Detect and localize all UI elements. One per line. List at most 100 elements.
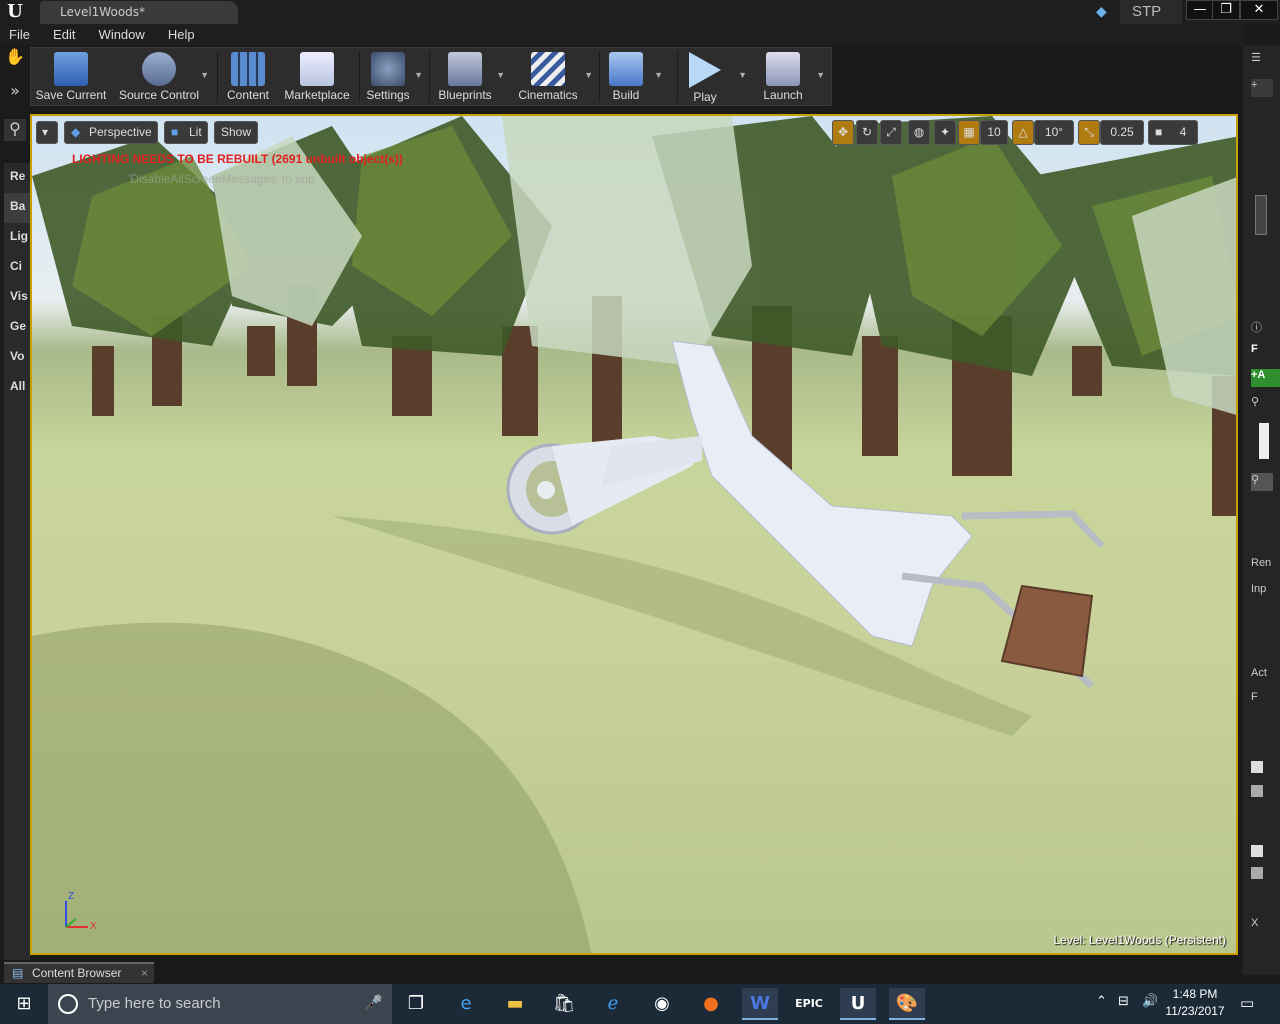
details-checkbox-1[interactable] xyxy=(1251,761,1263,773)
menu-file[interactable]: File xyxy=(0,24,39,45)
play-button[interactable]: Play ▼ xyxy=(683,48,747,106)
store-icon[interactable]: 🛍 xyxy=(546,988,582,1020)
blueprints-dropdown-icon[interactable]: ▼ xyxy=(496,70,505,80)
details-scrollbar[interactable] xyxy=(1259,423,1269,459)
content-icon xyxy=(231,52,265,86)
menu-help[interactable]: Help xyxy=(159,24,204,45)
grid-snap-value[interactable]: 10 xyxy=(980,120,1008,145)
close-button[interactable]: ✕ xyxy=(1240,0,1278,20)
left-tab-basic[interactable]: Ba xyxy=(4,193,30,223)
details-checkbox-2[interactable] xyxy=(1251,785,1263,797)
menu-edit[interactable]: Edit xyxy=(44,24,84,45)
menu-window[interactable]: Window xyxy=(90,24,154,45)
microphone-icon[interactable]: 🎤 xyxy=(364,994,383,1012)
content-button[interactable]: Content xyxy=(223,48,273,106)
world-outliner-icon[interactable]: ☰ xyxy=(1251,51,1273,69)
left-tab-visual[interactable]: Vis xyxy=(4,283,30,313)
play-dropdown-icon[interactable]: ▼ xyxy=(738,70,747,80)
snap-toolbar: ✥ ↻ ⤢ ◍ ✦ ▦ 10 △ 10° ⤡ 0.25 ■ 4 ⧉ xyxy=(832,120,1224,146)
network-icon[interactable]: ⊟ xyxy=(1118,994,1129,1009)
edge-icon[interactable]: e xyxy=(448,988,484,1020)
perspective-button[interactable]: ◆ Perspective xyxy=(64,121,158,144)
windows-start-icon[interactable]: ⊞ xyxy=(0,984,48,1024)
add-component-button[interactable]: +A xyxy=(1251,369,1280,387)
content-browser-close-icon[interactable]: × xyxy=(141,964,148,983)
left-tab-all[interactable]: All xyxy=(4,373,30,403)
launch-button[interactable]: Launch ▼ xyxy=(759,48,825,106)
tray-chevron-icon[interactable]: ⌃ xyxy=(1096,994,1107,1009)
launch-icon xyxy=(766,52,800,86)
viewport-options-button[interactable]: ▾ xyxy=(36,121,58,144)
build-button[interactable]: Build ▼ xyxy=(605,48,663,106)
blueprints-button[interactable]: Blueprints ▼ xyxy=(435,48,505,106)
expand-chevron-icon[interactable]: » xyxy=(4,81,26,103)
scale-snap-icon[interactable]: ⤡ xyxy=(1078,120,1100,145)
source-control-button[interactable]: Source Control ▼ xyxy=(117,48,209,106)
task-view-icon[interactable]: ❐ xyxy=(398,988,434,1020)
scale-snap-value[interactable]: 0.25 xyxy=(1100,120,1144,145)
steam-icon[interactable]: ◉ xyxy=(644,988,680,1020)
notifications-icon[interactable]: ▭ xyxy=(1240,994,1254,1012)
screen-message-hint: 'DisableAllScreenMessages' to sup xyxy=(128,172,315,186)
build-dropdown-icon[interactable]: ▼ xyxy=(654,70,663,80)
minimize-button[interactable]: — xyxy=(1186,0,1214,20)
actor-section[interactable]: Act xyxy=(1251,667,1273,685)
unreal-icon[interactable]: U xyxy=(840,988,876,1020)
grid-snap-icon[interactable]: ▦ xyxy=(958,120,980,145)
volume-icon[interactable]: 🔊 xyxy=(1142,994,1158,1009)
details-icon[interactable]: ⓘ xyxy=(1251,319,1273,337)
settings-button[interactable]: Settings ▼ xyxy=(363,48,423,106)
left-tab-volumes[interactable]: Vo xyxy=(4,343,30,373)
settings-dropdown-icon[interactable]: ▼ xyxy=(414,70,423,80)
taskbar-search[interactable]: Type here to search xyxy=(48,984,392,1024)
marketplace-button[interactable]: Marketplace xyxy=(281,48,353,106)
ie-icon[interactable]: ℯ xyxy=(595,988,631,1020)
details-checkbox-4[interactable] xyxy=(1251,867,1263,879)
source-control-dropdown-icon[interactable]: ▼ xyxy=(200,70,209,80)
outliner-scrollbar[interactable] xyxy=(1255,195,1267,235)
rotation-snap-value[interactable]: 10° xyxy=(1034,120,1074,145)
cinematics-button[interactable]: Cinematics ▼ xyxy=(513,48,593,106)
level-viewport[interactable]: ▾ ◆ Perspective ■ Lit Show LIGHTING NEED… xyxy=(30,114,1238,955)
rotate-tool-icon[interactable]: ↻ xyxy=(856,120,878,145)
left-tab-geometry[interactable]: Ge xyxy=(4,313,30,343)
save-icon xyxy=(54,52,88,86)
epic-games-icon[interactable]: EPIC xyxy=(791,988,827,1020)
search-icon[interactable]: ⚲ xyxy=(4,119,26,141)
system-clock[interactable]: 1:48 PM 11/23/2017 xyxy=(1160,986,1230,1020)
world-space-icon[interactable]: ◍ xyxy=(908,120,930,145)
word-icon[interactable]: W xyxy=(742,988,778,1020)
modes-icon[interactable]: ✋ xyxy=(4,47,26,69)
left-tab-lights[interactable]: Lig xyxy=(4,223,30,253)
lit-button[interactable]: ■ Lit xyxy=(164,121,208,144)
level-tab[interactable]: Level1Woods* xyxy=(40,1,238,24)
details-search-icon[interactable]: ⚲ xyxy=(1251,395,1273,413)
rendering-section[interactable]: Ren xyxy=(1251,557,1273,575)
input-section[interactable]: Inp xyxy=(1251,583,1273,601)
surface-snap-icon[interactable]: ✦ xyxy=(934,120,956,145)
details-search-box-icon[interactable]: ⚲ xyxy=(1251,473,1273,491)
restore-button[interactable]: ❐ xyxy=(1212,0,1240,20)
paint-icon[interactable]: 🎨 xyxy=(889,988,925,1020)
maximize-viewport-icon[interactable]: ⧉ xyxy=(1202,120,1222,145)
file-explorer-icon[interactable]: ▬ xyxy=(497,988,533,1020)
scale-tool-icon[interactable]: ⤢ xyxy=(880,120,902,145)
outliner-add-icon[interactable]: + xyxy=(1251,79,1273,97)
content-browser-icon: ▤ xyxy=(12,966,24,980)
rotation-snap-icon[interactable]: △ xyxy=(1012,120,1034,145)
translate-tool-icon[interactable]: ✥ xyxy=(832,120,854,145)
cinematics-dropdown-icon[interactable]: ▼ xyxy=(584,70,593,80)
left-tab-recent[interactable]: Re xyxy=(4,163,30,193)
camera-speed-button[interactable]: ■ 4 xyxy=(1148,120,1198,145)
show-button[interactable]: Show xyxy=(214,121,258,144)
launch-dropdown-icon[interactable]: ▼ xyxy=(816,70,825,80)
left-tab-cinematic[interactable]: Ci xyxy=(4,253,30,283)
firefox-icon[interactable]: ● xyxy=(693,988,729,1020)
lit-icon: ■ xyxy=(171,125,179,139)
project-label: STP xyxy=(1120,0,1182,24)
save-current-button[interactable]: Save Current xyxy=(35,48,107,106)
details-checkbox-3[interactable] xyxy=(1251,845,1263,857)
axis-gizmo: Z X xyxy=(65,891,97,932)
content-browser-tab[interactable]: ▤ Content Browser × xyxy=(4,962,154,983)
cortana-icon xyxy=(58,994,78,1014)
